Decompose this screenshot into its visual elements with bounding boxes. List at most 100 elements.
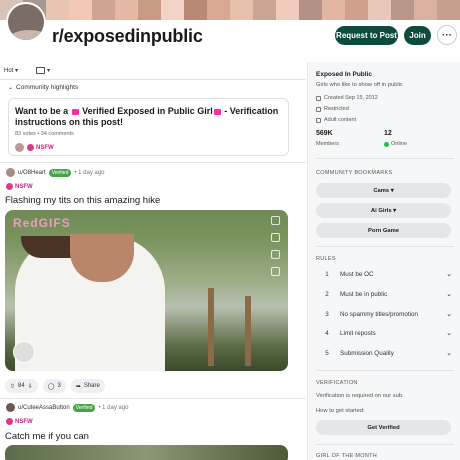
card-view-icon	[36, 66, 46, 74]
banner-tile	[92, 0, 115, 20]
community-highlights-heading: Community highlights	[16, 84, 79, 91]
rule-item[interactable]: 4 Limit reposts ⌄	[316, 326, 454, 340]
view-dropdown-chevron: ▾	[47, 67, 51, 74]
post-video[interactable]	[5, 445, 288, 460]
bookmark-ai-girls[interactable]: Ai Girls ▾	[316, 203, 451, 218]
online-dot-icon	[384, 141, 389, 147]
vote-control[interactable]: ⇧ 84 ⇩	[5, 379, 38, 393]
nsfw-tag: NSFW	[6, 183, 33, 190]
request-to-post-button[interactable]: Request to Post	[335, 26, 398, 45]
nsfw-icon	[6, 183, 13, 190]
post-username[interactable]: u/CuteeAssaButton	[18, 405, 70, 411]
post-title[interactable]: Catch me if you can	[5, 431, 89, 442]
verification-text: Verification is required on our sub.	[316, 393, 404, 399]
rule-item[interactable]: 2 Must be in public ⌄	[316, 287, 454, 301]
subreddit-avatar	[6, 2, 46, 42]
settings-icon[interactable]	[271, 267, 280, 276]
chevron-down-icon: ⌄	[8, 85, 14, 91]
rules-heading: RULES	[316, 256, 336, 262]
created-date-text: Created Sep 15, 2012	[324, 95, 378, 101]
hd-icon[interactable]	[271, 233, 280, 242]
banner-tile	[138, 0, 161, 20]
chevron-down-icon: ⌄	[446, 311, 452, 318]
nsfw-label: NSFW	[15, 418, 33, 425]
banner-tile	[276, 0, 299, 20]
banner-tile	[414, 0, 437, 20]
verified-badge: Verified	[48, 168, 72, 177]
heart-emoji-icon	[213, 108, 221, 115]
nsfw-tag: NSFW	[27, 144, 54, 151]
join-button[interactable]: Join	[404, 26, 431, 45]
community-tagline: Girls who like to show off in public	[316, 82, 403, 88]
created-date: Created Sep 15, 2012	[316, 95, 378, 101]
rule-item[interactable]: 3 No spammy titles/promotion ⌄	[316, 307, 454, 321]
adult-content-text: Adult content	[324, 117, 357, 123]
post-title[interactable]: Flashing my tits on this amazing hike	[5, 195, 160, 206]
fullscreen-icon[interactable]	[271, 250, 280, 259]
chevron-down-icon: ⌄	[446, 350, 452, 357]
highlight-card[interactable]: Want to be a Verified Exposed in Public …	[8, 98, 289, 156]
upvote-icon[interactable]: ⇧	[10, 383, 15, 390]
verification-heading: VERIFICATION	[316, 380, 358, 386]
rule-number: 2	[325, 290, 329, 298]
rule-text: Must be OC	[340, 270, 374, 278]
banner-tile	[115, 0, 138, 20]
sound-icon[interactable]	[271, 216, 280, 225]
online-indicator: Online	[384, 141, 407, 147]
share-button[interactable]: ➦ Share	[70, 379, 105, 393]
highlight-author: NSFW	[15, 143, 54, 152]
community-name: Exposed In Public	[316, 71, 372, 78]
sidebar-divider	[316, 444, 454, 445]
online-count: 12	[384, 130, 392, 137]
bookmark-cams[interactable]: Cams ▾	[316, 183, 451, 198]
avatar[interactable]	[6, 168, 15, 177]
rule-item[interactable]: 1 Must be OC ⌄	[316, 267, 454, 281]
post-video[interactable]: RedGIFS	[5, 210, 288, 371]
post-timestamp: • 1 day ago	[98, 404, 129, 411]
downvote-icon[interactable]: ⇩	[28, 383, 33, 390]
heart-emoji-icon	[71, 108, 79, 115]
media-face	[70, 234, 134, 282]
comments-button[interactable]: ◯ 3	[42, 379, 66, 393]
online-label: Online	[391, 141, 407, 147]
bookmark-porn-game[interactable]: Porn Game	[316, 223, 451, 238]
adult-content-status: Adult content	[316, 117, 356, 123]
view-dropdown[interactable]: ▾	[36, 66, 51, 74]
sidebar-divider	[316, 370, 454, 371]
restricted-status: Restricted	[316, 106, 349, 112]
highlight-title-part: Want to be a	[15, 106, 71, 116]
chevron-down-icon: ⌄	[446, 291, 452, 298]
banner-tile	[230, 0, 253, 20]
get-verified-button[interactable]: Get Verified	[316, 420, 451, 435]
comment-count: 3	[57, 383, 61, 389]
rule-number: 1	[325, 270, 329, 278]
members-label: Members	[316, 141, 339, 147]
post-username[interactable]: u/O8Heart	[18, 170, 46, 176]
creator-avatar-icon	[13, 341, 35, 363]
chevron-down-icon: ⌄	[446, 330, 452, 337]
rule-text: Submission Quality	[340, 349, 394, 357]
rule-item[interactable]: 5 Submission Quality ⌄	[316, 346, 454, 360]
vote-count: 84	[18, 383, 25, 389]
avatar	[15, 143, 24, 152]
nsfw-label: NSFW	[15, 183, 33, 190]
sort-dropdown[interactable]: Hot ▾	[4, 67, 18, 74]
post-author-row: u/O8Heart Verified • 1 day ago	[6, 168, 105, 177]
banner-tile	[345, 0, 368, 20]
more-options-button[interactable]: ···	[437, 25, 457, 45]
sidebar-divider	[316, 158, 454, 159]
members-count: 569K	[316, 130, 333, 137]
media-subject	[15, 234, 165, 371]
avatar[interactable]	[6, 403, 15, 412]
eye-icon	[316, 106, 321, 112]
how-to-start-text: How to get started:	[316, 408, 365, 414]
banner-tile	[299, 0, 322, 20]
banner-tile	[391, 0, 414, 20]
chevron-down-icon: ⌄	[446, 271, 452, 278]
verified-badge: Verified	[72, 403, 96, 412]
subreddit-banner	[0, 0, 460, 20]
community-highlights-toggle[interactable]: ⌄ Community highlights	[8, 84, 78, 91]
post-actions: ⇧ 84 ⇩ ◯ 3 ➦ Share	[5, 379, 105, 393]
share-label: Share	[83, 383, 100, 389]
nsfw-tag: NSFW	[6, 418, 33, 425]
